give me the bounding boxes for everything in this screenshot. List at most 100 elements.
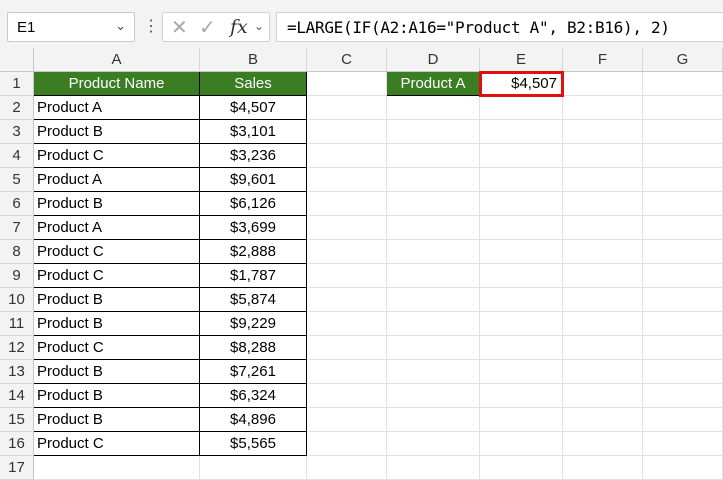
cell-f8[interactable]: [563, 240, 643, 264]
cell-c3[interactable]: [307, 120, 387, 144]
cell-g4[interactable]: [643, 144, 723, 168]
row-header-1[interactable]: 1: [0, 72, 34, 96]
cell-b1[interactable]: Sales: [200, 72, 307, 96]
cell-a14[interactable]: Product B: [34, 384, 200, 408]
row-header-11[interactable]: 11: [0, 312, 34, 336]
cell-g1[interactable]: [643, 72, 723, 96]
cell-c8[interactable]: [307, 240, 387, 264]
cell-c4[interactable]: [307, 144, 387, 168]
cell-f12[interactable]: [563, 336, 643, 360]
cell-e8[interactable]: [480, 240, 563, 264]
cell-e16[interactable]: [480, 432, 563, 456]
cell-d2[interactable]: [387, 96, 480, 120]
cell-e6[interactable]: [480, 192, 563, 216]
row-header-13[interactable]: 13: [0, 360, 34, 384]
select-all-corner[interactable]: [0, 48, 34, 72]
cell-a16[interactable]: Product C: [34, 432, 200, 456]
cell-e17[interactable]: [480, 456, 563, 480]
cell-d10[interactable]: [387, 288, 480, 312]
cell-b2[interactable]: $4,507: [200, 96, 307, 120]
cell-d9[interactable]: [387, 264, 480, 288]
row-header-17[interactable]: 17: [0, 456, 34, 480]
cell-b17[interactable]: [200, 456, 307, 480]
lookup-label-cell[interactable]: Product A: [387, 72, 480, 96]
cell-a11[interactable]: Product B: [34, 312, 200, 336]
cell-c13[interactable]: [307, 360, 387, 384]
selected-result-cell-e1[interactable]: $4,507: [479, 71, 564, 97]
cell-g5[interactable]: [643, 168, 723, 192]
column-header-b[interactable]: B: [200, 48, 307, 72]
cell-a10[interactable]: Product B: [34, 288, 200, 312]
cell-g8[interactable]: [643, 240, 723, 264]
cell-e4[interactable]: [480, 144, 563, 168]
row-header-6[interactable]: 6: [0, 192, 34, 216]
cell-c16[interactable]: [307, 432, 387, 456]
cell-c17[interactable]: [307, 456, 387, 480]
cancel-icon[interactable]: ✕: [171, 15, 188, 40]
cell-e12[interactable]: [480, 336, 563, 360]
cell-f1[interactable]: [563, 72, 643, 96]
cell-f15[interactable]: [563, 408, 643, 432]
cell-g10[interactable]: [643, 288, 723, 312]
cell-d5[interactable]: [387, 168, 480, 192]
cell-f4[interactable]: [563, 144, 643, 168]
cell-c9[interactable]: [307, 264, 387, 288]
row-header-2[interactable]: 2: [0, 96, 34, 120]
cell-b8[interactable]: $2,888: [200, 240, 307, 264]
cell-g2[interactable]: [643, 96, 723, 120]
cell-g13[interactable]: [643, 360, 723, 384]
enter-icon[interactable]: ✓: [199, 15, 216, 40]
row-header-14[interactable]: 14: [0, 384, 34, 408]
cell-f5[interactable]: [563, 168, 643, 192]
cell-c14[interactable]: [307, 384, 387, 408]
cell-b10[interactable]: $5,874: [200, 288, 307, 312]
cell-e5[interactable]: [480, 168, 563, 192]
cell-a2[interactable]: Product A: [34, 96, 200, 120]
cell-b14[interactable]: $6,324: [200, 384, 307, 408]
cell-c15[interactable]: [307, 408, 387, 432]
column-header-d[interactable]: D: [387, 48, 480, 72]
row-header-10[interactable]: 10: [0, 288, 34, 312]
cell-e14[interactable]: [480, 384, 563, 408]
chevron-down-icon[interactable]: ⌄: [254, 19, 264, 33]
cell-c11[interactable]: [307, 312, 387, 336]
cell-b5[interactable]: $9,601: [200, 168, 307, 192]
cell-e15[interactable]: [480, 408, 563, 432]
cell-g15[interactable]: [643, 408, 723, 432]
cell-g17[interactable]: [643, 456, 723, 480]
cell-d14[interactable]: [387, 384, 480, 408]
cell-g16[interactable]: [643, 432, 723, 456]
insert-function-icon[interactable]: fx: [230, 16, 248, 38]
cell-a6[interactable]: Product B: [34, 192, 200, 216]
cell-e10[interactable]: [480, 288, 563, 312]
cell-d7[interactable]: [387, 216, 480, 240]
cell-g6[interactable]: [643, 192, 723, 216]
column-header-a[interactable]: A: [34, 48, 200, 72]
cell-c10[interactable]: [307, 288, 387, 312]
cell-e9[interactable]: [480, 264, 563, 288]
cell-g7[interactable]: [643, 216, 723, 240]
cell-f13[interactable]: [563, 360, 643, 384]
cell-a12[interactable]: Product C: [34, 336, 200, 360]
cell-d16[interactable]: [387, 432, 480, 456]
cell-b16[interactable]: $5,565: [200, 432, 307, 456]
cell-a3[interactable]: Product B: [34, 120, 200, 144]
cell-f16[interactable]: [563, 432, 643, 456]
cell-f6[interactable]: [563, 192, 643, 216]
column-header-c[interactable]: C: [307, 48, 387, 72]
cell-f7[interactable]: [563, 216, 643, 240]
cell-a1[interactable]: Product Name: [34, 72, 200, 96]
cell-f11[interactable]: [563, 312, 643, 336]
row-header-12[interactable]: 12: [0, 336, 34, 360]
cell-e3[interactable]: [480, 120, 563, 144]
cell-a8[interactable]: Product C: [34, 240, 200, 264]
cell-c7[interactable]: [307, 216, 387, 240]
cell-d12[interactable]: [387, 336, 480, 360]
cell-b4[interactable]: $3,236: [200, 144, 307, 168]
cell-a9[interactable]: Product C: [34, 264, 200, 288]
row-header-5[interactable]: 5: [0, 168, 34, 192]
chevron-down-icon[interactable]: ⌄: [115, 18, 126, 34]
row-header-4[interactable]: 4: [0, 144, 34, 168]
cell-f9[interactable]: [563, 264, 643, 288]
cell-e13[interactable]: [480, 360, 563, 384]
